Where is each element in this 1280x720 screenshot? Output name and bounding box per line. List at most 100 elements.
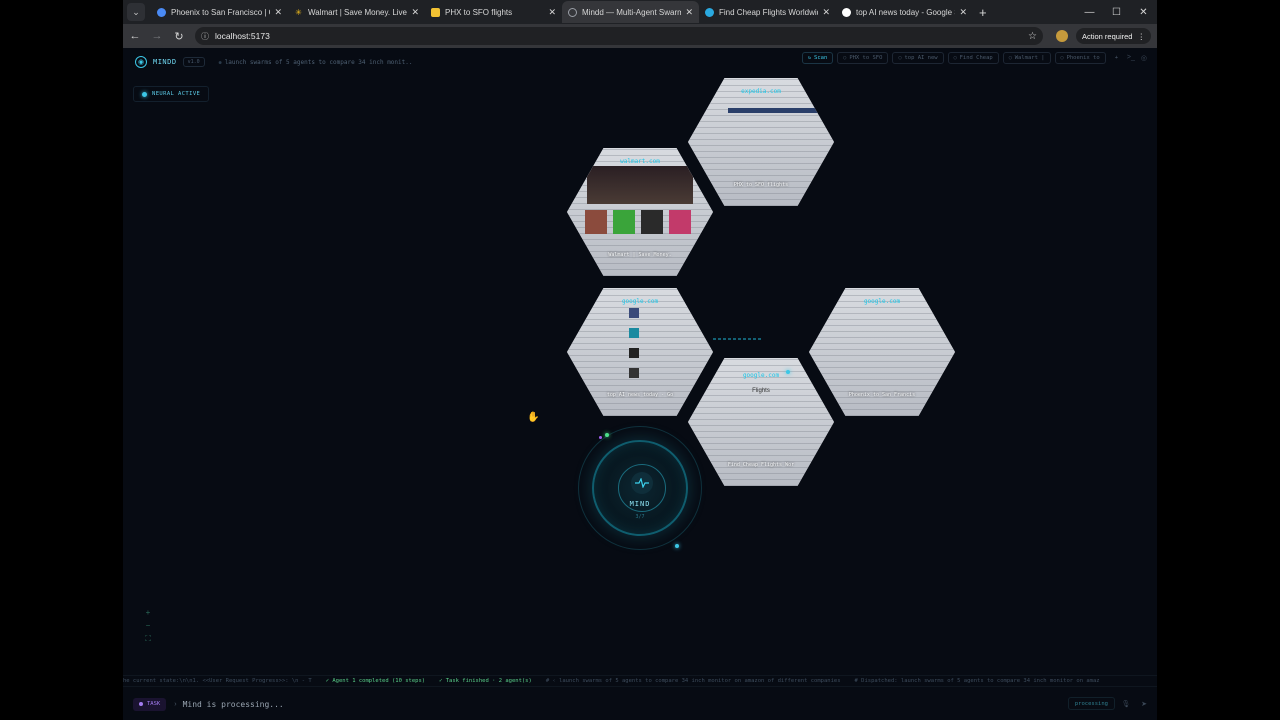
status-badge: processing [1067,697,1115,710]
tab-mindd[interactable]: Mindd — Multi-Agent Swarm ✕ [562,1,699,23]
mindd-app: ◉ MINDD v1.0 launch swarms of 5 agents t… [123,48,1157,720]
bookmark-star-icon[interactable]: ☆ [1028,31,1037,42]
neural-status-badge: NEURAL ACTIVE [133,86,210,102]
current-command: launch swarms of 5 agents to compare 34 … [219,59,413,66]
dot-icon: ○ [1060,55,1064,61]
fit-view-icon[interactable]: ⛶ [141,634,155,644]
dot-icon: ○ [898,55,902,61]
agent-pill[interactable]: ○ Phoenix to [1054,52,1106,64]
layers-icon[interactable]: ◎ [1141,54,1147,62]
close-tab-icon[interactable]: ✕ [685,7,693,18]
google-icon [842,7,851,17]
task-tag: TASK [133,697,167,711]
new-tab-button[interactable]: + [979,5,987,20]
agent-caption: Walmart | Save Money. [608,252,672,258]
task-input[interactable]: Mind is processing... [183,700,284,709]
window-controls: — ☐ ✕ [1076,0,1157,24]
agent-hex-expedia[interactable]: expedia.com PHX to SFO flights [688,78,834,206]
core-label: MIND [629,500,651,508]
zoom-in-icon[interactable]: + [141,608,155,617]
header-icons: >_ ◎ [1127,54,1147,62]
orbit-particle [599,436,602,439]
agent-caption: Phoenix to San Francis [848,392,916,398]
back-icon[interactable]: ← [125,26,145,46]
dot-icon: ○ [953,55,957,61]
logo-icon: ◉ [135,56,147,68]
activity-ticker: he current state:\n\n1. <<User Request P… [123,675,1157,687]
url-text: localhost:5173 [215,31,270,41]
close-tab-icon[interactable]: ✕ [411,7,419,18]
dot-icon: ○ [1008,55,1012,61]
agent-pill[interactable]: ○ top AI new [892,52,944,64]
agent-caption: PHX to SFO flights [733,182,789,188]
close-tab-icon[interactable]: ✕ [274,7,282,18]
agent-domain: google.com [863,298,901,305]
reload-icon[interactable]: ↻ [169,26,189,46]
address-bar[interactable]: ⓘ localhost:5173 ☆ [195,27,1043,45]
agent-caption: Find Cheap Flights Wor [727,462,795,468]
core-count: 3/7 [635,514,645,520]
scan-button[interactable]: ↻ Scan [802,52,834,64]
ticker-item: # ‹ launch swarms of 5 agents to compare… [545,678,841,684]
favicon-icon [705,7,714,17]
dot-icon: ○ [843,55,847,61]
send-icon[interactable]: ➤ [1137,697,1151,710]
add-agent-button[interactable]: + [1110,52,1123,64]
close-tab-icon[interactable]: ✕ [959,7,967,18]
hand-cursor-icon: ✋ [527,412,540,423]
orbit-particle [675,544,679,548]
maximize-icon[interactable]: ☐ [1103,0,1130,24]
pulse-icon [631,472,653,494]
forward-icon[interactable]: → [147,26,167,46]
tab-phoenix-sf[interactable]: Phoenix to San Francisco | Goo ✕ [151,1,288,23]
tab-strip: ⌄ Phoenix to San Francisco | Goo ✕ ✳ Wal… [123,0,1157,24]
agent-pill[interactable]: ○ Find Cheap [947,52,999,64]
chevron-right-icon: › [174,700,177,708]
agent-link-line [713,338,763,340]
tab-phx-sfo[interactable]: PHX to SFO flights ✕ [425,1,562,23]
browser-toolbar: ← → ↻ ⓘ localhost:5173 ☆ Action required… [123,24,1157,48]
agent-pill[interactable]: ○ PHX to SFO [837,52,889,64]
more-menu-icon[interactable]: ⋮ [1137,32,1145,41]
agent-domain: expedia.com [741,88,781,95]
walmart-spark-icon: ✳ [295,7,302,17]
close-tab-icon[interactable]: ✕ [548,7,556,18]
ticker-item: # Dispatched: launch swarms of 5 agents … [854,678,1100,684]
agent-hex-google-flights[interactable]: google.com Flights Find Cheap Flights Wo… [688,358,834,486]
refresh-icon: ↻ [808,55,812,61]
dot-icon [139,702,143,706]
tab-google-ai-news[interactable]: top AI news today - Google Sea ✕ [836,1,973,23]
mind-core[interactable]: MIND 3/7 [592,440,688,536]
zoom-out-icon[interactable]: − [141,621,155,630]
status-led-icon [142,91,147,97]
agent-hex-google-ai-news[interactable]: google.com top AI news today - Go [567,288,713,416]
agent-pill[interactable]: ○ Walmart | [1002,52,1051,64]
task-bar: TASK › Mind is processing... processing … [123,693,1157,715]
ticker-item: ✓ Task finished · 2 agent(s) [439,678,532,684]
favicon-icon [157,7,166,17]
site-info-icon[interactable]: ⓘ [201,31,209,42]
ticker-item: he current state:\n\n1. <<User Request P… [123,678,312,684]
orbit-particle [786,370,790,374]
tab-search-icon[interactable]: ⌄ [127,3,145,21]
agent-hex-walmart[interactable]: walmart.com Walmart | Save Money. [567,148,713,276]
app-logo: MINDD [153,58,177,66]
version-badge: v1.0 [182,57,205,67]
agent-domain: google.com [742,372,780,379]
agent-hex-google-phoenix[interactable]: google.com Phoenix to San Francis [809,288,955,416]
agent-subtitle: Flights [752,388,770,394]
profile-avatar[interactable] [1056,30,1068,42]
close-window-icon[interactable]: ✕ [1130,0,1157,24]
ticker-item: ✓ Agent 1 completed (10 steps) [325,678,426,684]
action-required-button[interactable]: Action required ⋮ [1076,28,1151,44]
agent-pills: ↻ Scan ○ PHX to SFO ○ top AI new ○ Find Chea… [802,52,1123,64]
flights-icon [431,7,440,17]
close-tab-icon[interactable]: ✕ [822,7,830,18]
minimize-icon[interactable]: — [1076,0,1103,24]
tab-walmart[interactable]: ✳ Walmart | Save Money. Live be ✕ [288,1,425,23]
browser-window: ⌄ Phoenix to San Francisco | Goo ✕ ✳ Wal… [123,0,1157,720]
microphone-icon[interactable]: 🎙 [1119,697,1133,710]
terminal-icon[interactable]: >_ [1127,54,1135,62]
agent-domain: walmart.com [620,158,660,165]
tab-find-cheap-flights[interactable]: Find Cheap Flights Worldwide ✕ [699,1,836,23]
